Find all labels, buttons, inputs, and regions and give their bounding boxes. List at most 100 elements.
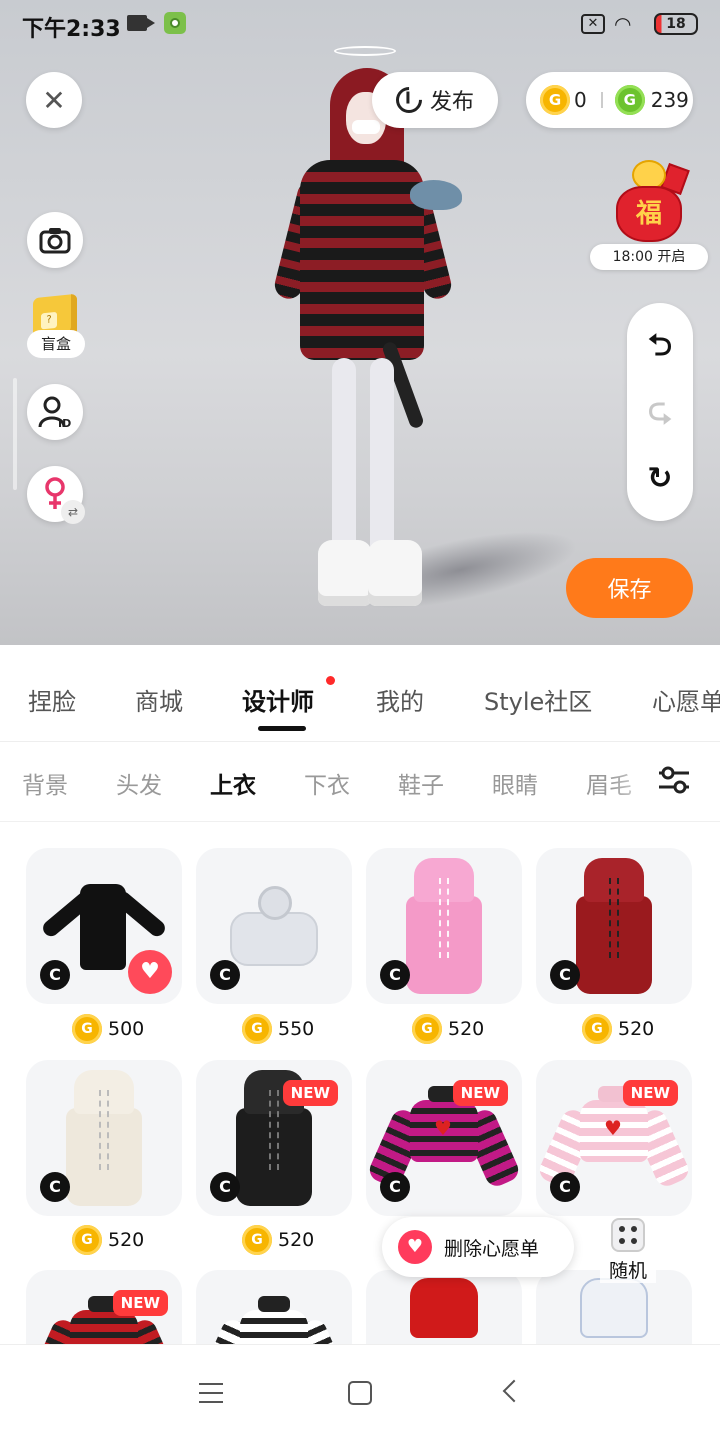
reset-button[interactable]: ↻ xyxy=(627,448,693,508)
favorite-heart-icon[interactable]: ♥ xyxy=(128,950,172,994)
heart-icon: ♥ xyxy=(398,1230,432,1264)
avatar-right-leg xyxy=(370,358,394,558)
item-image xyxy=(406,858,482,994)
remove-from-wishlist-button[interactable]: ♥ 删除心愿单 xyxy=(382,1217,574,1277)
category-hair[interactable]: 头发 xyxy=(116,766,162,800)
creator-badge: C xyxy=(550,960,580,990)
category-tops[interactable]: 上衣 xyxy=(210,766,256,800)
main-tab-bar: 捏脸 商城 设计师 我的 Style社区 心愿单 xyxy=(0,646,720,742)
item-price: G 520 xyxy=(242,1225,314,1255)
status-time: 下午2:33 xyxy=(22,17,121,42)
currency-divider xyxy=(600,92,603,108)
creator-badge: C xyxy=(380,1172,410,1202)
creator-badge: C xyxy=(210,1172,240,1202)
menu-icon[interactable] xyxy=(199,1383,223,1403)
category-shoes[interactable]: 鞋子 xyxy=(398,766,444,800)
publish-icon xyxy=(390,81,428,119)
category-background[interactable]: 背景 xyxy=(22,766,68,800)
item-image xyxy=(66,1070,142,1206)
save-button[interactable]: 保存 xyxy=(566,558,693,618)
tab-style-community[interactable]: Style社区 xyxy=(484,682,592,717)
creator-badge: C xyxy=(40,960,70,990)
app-notification-icon xyxy=(164,12,186,34)
close-button[interactable]: ✕ xyxy=(26,72,82,128)
gold-coin-icon: G xyxy=(540,85,570,115)
item-price: G 520 xyxy=(72,1225,144,1255)
price-value: 520 xyxy=(108,1229,145,1251)
item-image xyxy=(222,886,326,970)
category-bottoms[interactable]: 下衣 xyxy=(304,766,350,800)
side-scroll-indicator xyxy=(13,378,17,490)
item-image xyxy=(576,858,652,994)
item-card[interactable]: C xyxy=(536,848,692,1004)
tab-face[interactable]: 捏脸 xyxy=(28,682,76,717)
back-icon[interactable] xyxy=(502,1379,526,1403)
filter-icon xyxy=(659,766,689,794)
blind-box-label: 盲盒 xyxy=(27,330,85,358)
user-id-icon: ID xyxy=(38,396,71,429)
gender-switch-button[interactable]: ⇄ xyxy=(27,466,85,524)
home-icon[interactable] xyxy=(348,1381,372,1405)
fortune-event-badge[interactable]: 福 18:00 开启 xyxy=(590,150,708,270)
tab-wishlist[interactable]: 心愿单 xyxy=(652,682,720,717)
gold-coin-icon: G xyxy=(72,1014,102,1044)
item-card[interactable]: C xyxy=(366,848,522,1004)
creator-badge: C xyxy=(380,960,410,990)
battery-indicator: 18 xyxy=(654,13,698,35)
redo-button[interactable]: ⮎ xyxy=(627,383,693,443)
avatar-id-button[interactable]: ID xyxy=(27,384,83,440)
green-coin-count: 239 xyxy=(650,88,689,112)
publish-button[interactable]: 发布 xyxy=(372,72,498,128)
avatar-left-shoe xyxy=(318,540,372,606)
item-image xyxy=(196,1290,352,1344)
gold-coin-icon: G xyxy=(72,1225,102,1255)
fortune-bag-icon: 福 xyxy=(612,160,690,244)
item-card[interactable]: NEW xyxy=(26,1270,182,1344)
svg-text:ID: ID xyxy=(58,417,71,429)
avatar-stage[interactable]: 下午2:33 ✕ ◠ 18 ✕ 发布 G 0 G 239 ? 盲盒 ID ⇄ 福… xyxy=(0,0,720,645)
item-card[interactable] xyxy=(366,1270,522,1344)
undo-button[interactable]: ⮌ xyxy=(627,318,693,378)
item-card[interactable]: NEW C xyxy=(196,1060,352,1216)
item-garment xyxy=(80,884,126,970)
new-badge: NEW xyxy=(622,1080,678,1106)
item-card[interactable] xyxy=(196,1270,352,1344)
reset-icon: ↻ xyxy=(647,460,673,496)
dice-icon xyxy=(611,1218,645,1252)
active-tab-indicator xyxy=(258,726,306,731)
currency-balance[interactable]: G 0 G 239 xyxy=(526,72,693,128)
fortune-glyph: 福 xyxy=(616,186,682,242)
event-time-label: 18:00 开启 xyxy=(590,244,708,270)
filter-button[interactable] xyxy=(656,762,692,798)
creator-badge: C xyxy=(210,960,240,990)
tab-designer[interactable]: 设计师 xyxy=(242,682,314,717)
tab-fade xyxy=(610,742,660,821)
item-image xyxy=(580,1278,648,1338)
item-card[interactable]: C xyxy=(196,848,352,1004)
item-card[interactable]: ♥ NEW C xyxy=(536,1060,692,1216)
tab-mall[interactable]: 商城 xyxy=(135,682,183,717)
creator-badge: C xyxy=(40,1172,70,1202)
avatar-right-shoe xyxy=(368,540,422,606)
random-outfit-button[interactable]: 随机 xyxy=(600,1216,656,1283)
history-controls: ⮌ ⮎ ↻ xyxy=(627,303,693,521)
video-camera-icon xyxy=(127,15,155,31)
swap-icon: ⇄ xyxy=(61,500,85,524)
item-price: G 550 xyxy=(242,1014,314,1044)
blind-box-button[interactable]: ? 盲盒 xyxy=(27,292,85,362)
item-card[interactable]: ♥ NEW C xyxy=(366,1060,522,1216)
item-card[interactable]: C xyxy=(26,1060,182,1216)
camera-icon xyxy=(39,228,71,254)
category-eyes[interactable]: 眼睛 xyxy=(492,766,538,800)
gold-coin-icon: G xyxy=(242,1014,272,1044)
item-card[interactable]: C ♥ xyxy=(26,848,182,1004)
item-price: G 520 xyxy=(582,1014,654,1044)
item-image xyxy=(410,1278,478,1338)
camera-button[interactable] xyxy=(27,212,83,268)
random-label: 随机 xyxy=(600,1256,656,1283)
notification-dot xyxy=(326,676,335,685)
tab-mine[interactable]: 我的 xyxy=(376,682,424,717)
price-value: 500 xyxy=(108,1018,145,1040)
publish-label: 发布 xyxy=(429,90,474,115)
new-badge: NEW xyxy=(282,1080,338,1106)
